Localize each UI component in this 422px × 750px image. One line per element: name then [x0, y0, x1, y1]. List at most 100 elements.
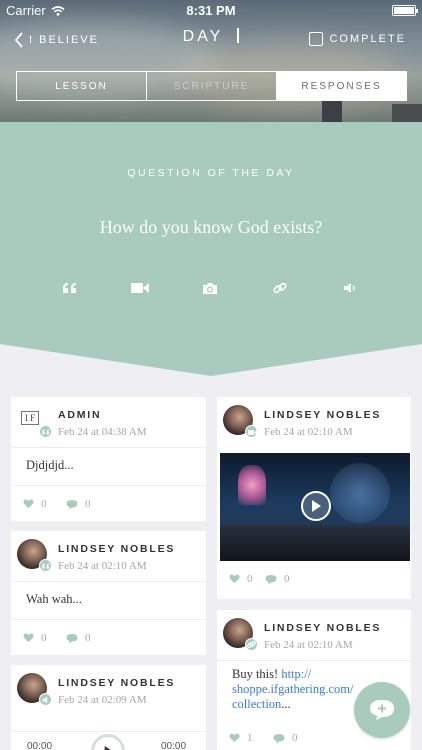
response-card-audio[interactable]: LINDSEY NOBLES Feb 24 at 02:09 AM 00:00 …	[11, 665, 206, 750]
complete-toggle[interactable]: COMPLETE	[309, 32, 406, 46]
author-name[interactable]: ADMIN	[58, 409, 101, 421]
like-count: 0	[247, 573, 253, 585]
like-button[interactable]: 0	[229, 573, 253, 585]
nav-bar: I BELIEVE DAY COMPLETE	[0, 20, 422, 60]
stained-glass-window	[238, 465, 266, 505]
quote-icon	[63, 283, 76, 293]
video-thumbnail[interactable]	[220, 453, 410, 561]
camera-icon	[203, 282, 217, 294]
like-count: 0	[41, 632, 47, 644]
quote-badge-icon	[39, 425, 52, 438]
tab-responses[interactable]: RESPONSES	[276, 72, 406, 100]
heart-icon	[23, 499, 34, 509]
post-date: Feb 24 at 02:10 AM	[264, 426, 353, 438]
link-badge-icon	[245, 638, 258, 651]
status-time: 8:31 PM	[186, 3, 236, 18]
post-date: Feb 24 at 02:10 AM	[58, 560, 147, 572]
add-response-button[interactable]	[354, 682, 410, 738]
photo-response-button[interactable]	[182, 276, 238, 300]
title-bar	[237, 28, 240, 43]
comment-icon	[265, 574, 277, 584]
comment-button[interactable]: 0	[66, 498, 91, 510]
post-date: Feb 24 at 02:09 AM	[58, 694, 147, 706]
segmented-tabs: LESSON SCRIPTURE RESPONSES	[16, 71, 407, 101]
comment-icon	[66, 499, 78, 509]
post-date: Feb 24 at 02:10 AM	[264, 639, 353, 651]
audio-response-button[interactable]	[322, 276, 378, 300]
stage-light	[330, 463, 390, 523]
response-card-admin[interactable]: I F ADMIN Feb 24 at 04:38 AM Djdjdjd... …	[11, 397, 206, 521]
card-footer: 0 0	[11, 485, 206, 521]
card-body: Djdjdjd...	[11, 447, 206, 485]
status-bar: Carrier 8:31 PM	[0, 0, 422, 20]
quote-response-button[interactable]	[42, 276, 98, 300]
question-label: QUESTION OF THE DAY	[127, 167, 295, 179]
comment-icon	[66, 633, 78, 643]
card-footer: 0 0	[11, 619, 206, 655]
comment-button[interactable]: 0	[66, 632, 91, 644]
question-band	[0, 122, 422, 376]
play-button[interactable]	[301, 491, 331, 521]
heart-icon	[23, 633, 34, 643]
card-header: LINDSEY NOBLES Feb 24 at 02:10 AM	[217, 397, 411, 447]
response-text-ellipsis: ...	[281, 697, 291, 711]
audio-player: 00:00 00:00	[11, 731, 206, 750]
tab-scripture[interactable]: SCRIPTURE	[146, 72, 276, 100]
card-footer: 0 0	[217, 565, 411, 601]
author-name[interactable]: LINDSEY NOBLES	[264, 622, 381, 634]
page-title-text: DAY	[182, 28, 224, 45]
response-text: Wah wah...	[26, 592, 82, 606]
header-banner: Carrier 8:31 PM I BELIEVE DAY COMPLETE L…	[0, 0, 422, 122]
response-type-bar	[42, 276, 378, 300]
audio-time-end: 00:00	[161, 741, 187, 750]
comment-button[interactable]: 0	[265, 573, 290, 585]
like-button[interactable]: 0	[23, 498, 47, 510]
like-count: 0	[41, 498, 47, 510]
video-icon	[131, 283, 149, 293]
card-header: I F ADMIN Feb 24 at 04:38 AM	[11, 397, 206, 447]
like-count: 1	[247, 732, 253, 744]
card-header: LINDSEY NOBLES Feb 24 at 02:10 AM	[217, 610, 411, 660]
card-header: LINDSEY NOBLES Feb 24 at 02:09 AM	[11, 665, 206, 715]
author-name[interactable]: LINDSEY NOBLES	[264, 409, 381, 421]
comment-count: 0	[284, 573, 290, 585]
building-silhouette	[392, 104, 422, 122]
complete-label: COMPLETE	[329, 33, 406, 45]
link-response-button[interactable]	[252, 276, 308, 300]
response-text: Buy this!	[232, 667, 282, 681]
add-comment-icon	[370, 700, 394, 720]
response-card-text[interactable]: LINDSEY NOBLES Feb 24 at 02:10 AM Wah wa…	[11, 531, 206, 655]
video-response-button[interactable]	[112, 276, 168, 300]
audio-icon	[344, 283, 355, 293]
link-icon	[273, 282, 287, 294]
comment-count: 0	[292, 732, 298, 744]
author-name[interactable]: LINDSEY NOBLES	[58, 543, 175, 555]
like-button[interactable]: 1	[229, 732, 253, 744]
author-name[interactable]: LINDSEY NOBLES	[58, 677, 175, 689]
comment-icon	[273, 733, 285, 743]
audio-play-button[interactable]	[91, 734, 125, 750]
play-icon	[104, 746, 111, 750]
play-icon	[312, 500, 321, 512]
if-logo-icon: I F	[21, 411, 39, 425]
audio-badge-icon	[39, 693, 52, 706]
stage	[220, 525, 410, 561]
question-text: How do you know God exists?	[99, 217, 323, 237]
tab-lesson[interactable]: LESSON	[17, 72, 146, 100]
response-text: Djdjdjd...	[26, 458, 74, 472]
comment-count: 0	[85, 632, 91, 644]
heart-icon	[229, 733, 240, 743]
post-date: Feb 24 at 04:38 AM	[58, 426, 147, 438]
card-body: Wah wah...	[11, 581, 206, 619]
complete-checkbox[interactable]	[309, 32, 324, 46]
audio-time-start: 00:00	[27, 741, 53, 750]
card-header: LINDSEY NOBLES Feb 24 at 02:10 AM	[11, 531, 206, 581]
video-badge-icon	[245, 425, 258, 438]
comment-button[interactable]: 0	[273, 732, 298, 744]
question-of-the-day: QUESTION OF THE DAY How do you know God …	[0, 122, 422, 382]
response-card-video[interactable]: LINDSEY NOBLES Feb 24 at 02:10 AM 0 0	[217, 397, 411, 599]
quote-badge-icon	[39, 559, 52, 572]
comment-count: 0	[85, 498, 91, 510]
battery-icon	[392, 5, 418, 16]
like-button[interactable]: 0	[23, 632, 47, 644]
